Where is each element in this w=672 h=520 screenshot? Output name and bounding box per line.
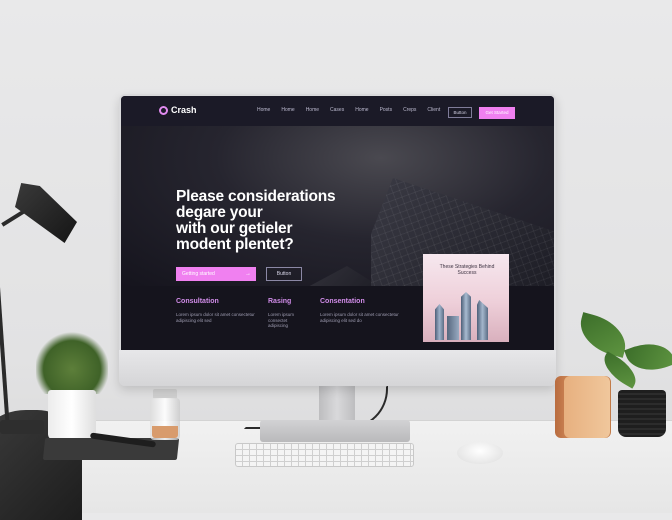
nav-cta-button[interactable]: Get Started [479, 107, 515, 119]
site-navbar: Crash Home Home Home Cases Home Posts Cr… [121, 96, 554, 126]
feature-title: Consultation [176, 298, 219, 305]
logo-text: Crash [171, 105, 197, 115]
monitor-chin [119, 350, 556, 386]
plant-pot-right [618, 390, 666, 437]
hero-title: Please considerations degare your with o… [176, 189, 346, 253]
plant-pot-left [48, 390, 96, 440]
hero-title-line: Please considerations [176, 188, 336, 205]
monitor-stand-neck [319, 386, 355, 422]
arrow-right-icon: → [245, 271, 251, 277]
promo-card[interactable]: These Strategies Behind Success [423, 254, 509, 342]
lamp-pole [0, 215, 10, 431]
hero-primary-button[interactable]: Getting started → [176, 267, 256, 281]
nav-link[interactable]: Posts [380, 107, 393, 113]
lamp-base [0, 420, 44, 434]
hero-secondary-button[interactable]: Button [266, 267, 302, 281]
nav-link[interactable]: Home [257, 107, 270, 113]
monitor: Crash Home Home Home Cases Home Posts Cr… [119, 94, 556, 386]
skyscraper-icon [461, 292, 471, 340]
hero-primary-label: Getting started [182, 271, 215, 277]
nav-link[interactable]: Client [427, 107, 440, 113]
mouse [457, 442, 503, 464]
plant-leaf [574, 312, 632, 358]
site-logo[interactable]: Crash [159, 105, 197, 115]
nav-link[interactable]: Home [355, 107, 368, 113]
hero-title-line: degare your [176, 204, 263, 221]
nav-link[interactable]: Home [281, 107, 294, 113]
keyboard [235, 443, 414, 467]
feature-title: Rasing [268, 298, 292, 305]
desk-lamp-icon [15, 183, 77, 243]
nav-links: Home Home Home Cases Home Posts Creps Cl… [257, 107, 440, 113]
hero-title-line: modent plentet? [176, 236, 294, 253]
card-text: These Strategies Behind Success [439, 264, 495, 276]
feature-text: Lorem ipsum dolor sit amet consectetur a… [320, 312, 399, 323]
feature-text: Lorem ipsum consectet adipiscing [268, 312, 295, 328]
nav-outline-button[interactable]: Button [448, 107, 472, 118]
feature-text: Lorem ipsum dolor sit amet consectetur a… [176, 312, 255, 323]
nav-link[interactable]: Creps [403, 107, 416, 113]
feature-item: Consultation Lorem ipsum dolor sit amet … [176, 298, 256, 323]
plant-leaves-left [36, 332, 108, 394]
wooden-cup-face [564, 376, 610, 438]
skyscraper-icon [447, 316, 459, 340]
nav-link[interactable]: Home [306, 107, 319, 113]
nav-link[interactable]: Cases [330, 107, 344, 113]
jar-contents [152, 426, 178, 438]
skyscraper-icon [435, 304, 444, 340]
hero-title-line: with our getieler [176, 220, 293, 237]
logo-ring-icon [159, 105, 168, 115]
feature-title: Consentation [320, 298, 365, 305]
monitor-stand-foot [260, 420, 410, 442]
feature-item: Rasing Lorem ipsum consectet adipiscing [268, 298, 308, 329]
skyscraper-icon [477, 300, 488, 340]
feature-item: Consentation Lorem ipsum dolor sit amet … [320, 298, 400, 323]
website-screen: Crash Home Home Home Cases Home Posts Cr… [121, 96, 554, 350]
